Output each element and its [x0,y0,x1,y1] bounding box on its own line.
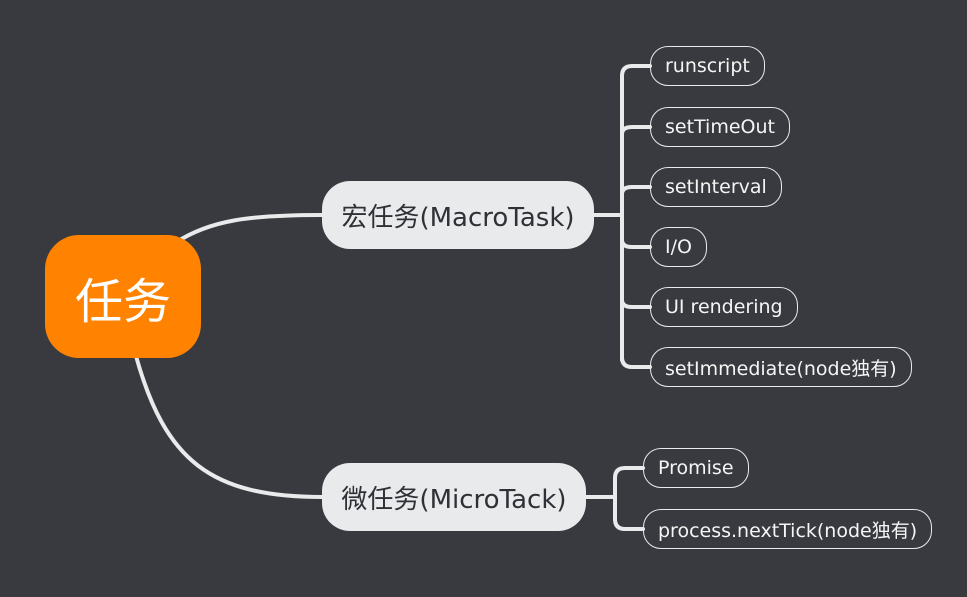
leaf-promise[interactable]: Promise [643,448,749,488]
leaf-setimmediate[interactable]: setImmediate(node独有) [650,347,912,387]
microtask-node[interactable]: 微任务(MicroTack) [322,463,586,531]
root-node[interactable]: 任务 [45,235,201,358]
macro-tick-settimeout [620,125,652,136]
macro-tick-uirendering [620,298,652,309]
leaf-label: I/O [665,236,692,258]
micro-tick-promise [613,466,645,480]
microtask-node-label: 微任务(MicroTack) [341,484,567,515]
macrotask-node-label: 宏任务(MacroTask) [341,202,575,233]
root-to-macro-connector [173,213,324,245]
root-node-label: 任务 [74,273,171,330]
leaf-label: process.nextTick(node独有) [658,519,918,542]
root-to-micro-connector [134,354,324,499]
leaf-label: setTimeOut [665,116,775,138]
leaf-label: Promise [658,457,734,479]
leaf-settimeout[interactable]: setTimeOut [650,107,790,147]
leaf-uirendering[interactable]: UI rendering [650,287,798,327]
micro-tick-nexttick [613,517,645,531]
leaf-label: UI rendering [665,296,783,318]
leaf-label: runscript [665,55,750,77]
macro-tick-runscript [620,64,652,78]
macrotask-node[interactable]: 宏任务(MacroTask) [322,181,594,249]
macro-tick-setinterval [620,185,652,196]
leaf-io[interactable]: I/O [650,227,707,267]
leaf-label: setInterval [665,176,767,198]
macro-tick-setimmediate [620,355,652,369]
leaf-nexttick[interactable]: process.nextTick(node独有) [643,509,933,549]
leaf-label: setImmediate(node独有) [665,357,897,380]
macro-tick-io [620,238,652,249]
leaf-runscript[interactable]: runscript [650,46,765,86]
leaf-setinterval[interactable]: setInterval [650,167,782,207]
